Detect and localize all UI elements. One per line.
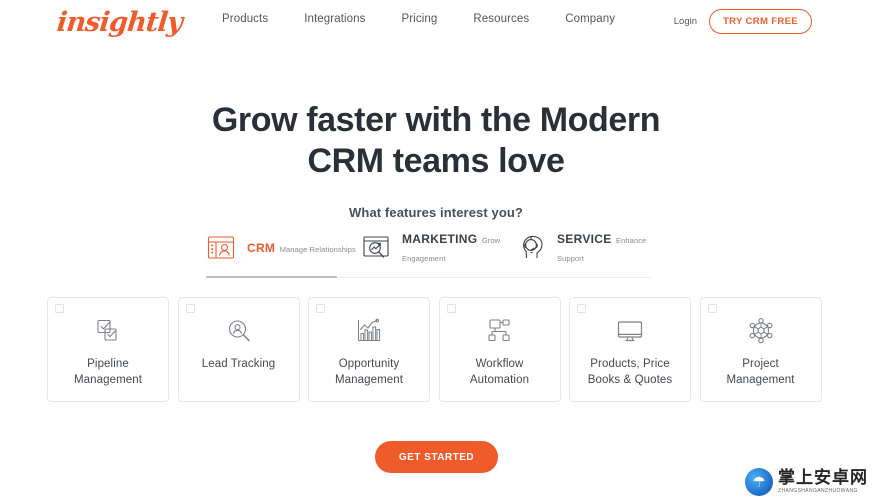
nav-item-integrations[interactable]: Integrations	[304, 13, 365, 25]
checkbox-products-price-books-quotes[interactable]	[577, 304, 586, 313]
insightly-logo[interactable]: insightly	[55, 7, 183, 38]
category-tabs: CRM Manage Relationships MARKETING Grow …	[205, 230, 655, 278]
nav-item-company[interactable]: Company	[565, 13, 615, 25]
watermark: ☂ 掌上安卓网 ZHANGSHANGANZHUOWANG	[745, 468, 868, 496]
hero-subheading: What features interest you?	[349, 204, 523, 220]
page-title: Grow faster with the Modern CRM teams lo…	[0, 100, 872, 183]
tab-marketing-title: MARKETING	[402, 232, 478, 246]
bar-chart-growth-icon	[354, 316, 384, 346]
feature-card-label: Project Management	[721, 356, 799, 389]
checkbox-workflow-automation[interactable]	[446, 304, 456, 313]
analytics-window-icon	[360, 233, 392, 263]
tab-active-underline	[206, 276, 337, 278]
card-label-line-1: Products, Price	[590, 358, 670, 370]
checkbox-opportunity-management[interactable]	[316, 304, 325, 313]
card-label-line-1: Opportunity	[338, 358, 400, 370]
get-started-button[interactable]: GET STARTED	[375, 441, 498, 473]
watermark-pinyin-text: ZHANGSHANGANZHUOWANG	[778, 488, 858, 494]
card-label-line-1: Workflow	[475, 358, 524, 370]
card-label-line-2: Management	[334, 374, 404, 387]
card-label-line-2: Management	[73, 374, 143, 387]
feature-card-label: Workflow Automation	[465, 356, 534, 389]
tab-marketing[interactable]: MARKETING Grow Engagement	[360, 230, 515, 278]
flow-nodes-icon	[485, 316, 515, 346]
feature-card-label: Products, Price Books & Quotes	[583, 356, 678, 389]
feature-card-grid: Pipeline Management Lead Tracking Opport…	[47, 297, 825, 402]
checkbox-lead-tracking[interactable]	[185, 304, 195, 313]
login-link[interactable]: Login	[674, 16, 697, 27]
tab-crm-text: CRM Manage Relationships	[247, 239, 356, 257]
feature-card-lead-tracking[interactable]: Lead Tracking	[177, 297, 300, 402]
headset-agent-icon	[515, 233, 547, 263]
card-label-line-1: Project	[742, 358, 779, 370]
nav-item-pricing[interactable]: Pricing	[401, 13, 437, 25]
tab-service-title: SERVICE	[557, 232, 612, 246]
site-header: insightly Products Integrations Pricing …	[0, 0, 872, 45]
watermark-text: 掌上安卓网 ZHANGSHANGANZHUOWANG	[778, 470, 868, 494]
card-label-line-2: Books & Quotes	[587, 374, 673, 387]
checklist-tasks-icon	[93, 316, 123, 346]
watermark-logo-icon: ☂	[745, 468, 773, 496]
feature-card-products-price-books-quotes[interactable]: Products, Price Books & Quotes	[569, 297, 691, 402]
checkbox-project-management[interactable]	[707, 304, 717, 313]
feature-card-label: Pipeline Management	[69, 356, 147, 389]
main-navigation: Products Integrations Pricing Resources …	[222, 13, 615, 25]
watermark-chinese-text: 掌上安卓网	[778, 468, 868, 488]
nav-item-products[interactable]: Products	[222, 13, 268, 25]
checkbox-pipeline-management[interactable]	[55, 304, 64, 313]
try-crm-free-button[interactable]: TRY CRM FREE	[709, 9, 812, 34]
tab-crm-title: CRM	[247, 241, 276, 255]
hero-heading-line-2: CRM teams love	[307, 142, 565, 181]
card-label-line-1: Pipeline	[87, 358, 129, 370]
nav-item-resources[interactable]: Resources	[473, 13, 529, 25]
hero-heading-line-1: Grow faster with the Modern	[211, 101, 661, 139]
tab-crm-desc: Manage Relationships	[279, 245, 356, 254]
feature-card-label: Lead Tracking	[197, 356, 281, 372]
feature-card-pipeline-management[interactable]: Pipeline Management	[47, 297, 169, 402]
card-label-line-2: Management	[726, 374, 795, 387]
header-actions: Login TRY CRM FREE	[674, 9, 812, 34]
feature-card-workflow-automation[interactable]: Workflow Automation	[438, 297, 561, 402]
tab-service[interactable]: SERVICE Enhance Support	[515, 230, 655, 278]
feature-card-project-management[interactable]: Project Management	[699, 297, 822, 402]
contact-card-icon	[205, 233, 237, 263]
network-gear-icon	[746, 316, 776, 346]
hero-section: Grow faster with the Modern CRM teams lo…	[0, 100, 872, 220]
tab-marketing-text: MARKETING Grow Engagement	[402, 230, 515, 266]
feature-card-opportunity-management[interactable]: Opportunity Management	[308, 297, 430, 402]
monitor-icon	[615, 316, 645, 346]
person-search-icon	[224, 316, 254, 346]
card-label-line-1: Lead Tracking	[201, 358, 276, 370]
feature-card-label: Opportunity Management	[330, 356, 408, 389]
tab-service-text: SERVICE Enhance Support	[557, 230, 655, 266]
tab-crm[interactable]: CRM Manage Relationships	[205, 230, 360, 278]
card-label-line-2: Automation	[469, 374, 530, 387]
landing-page: insightly Products Integrations Pricing …	[0, 0, 872, 500]
